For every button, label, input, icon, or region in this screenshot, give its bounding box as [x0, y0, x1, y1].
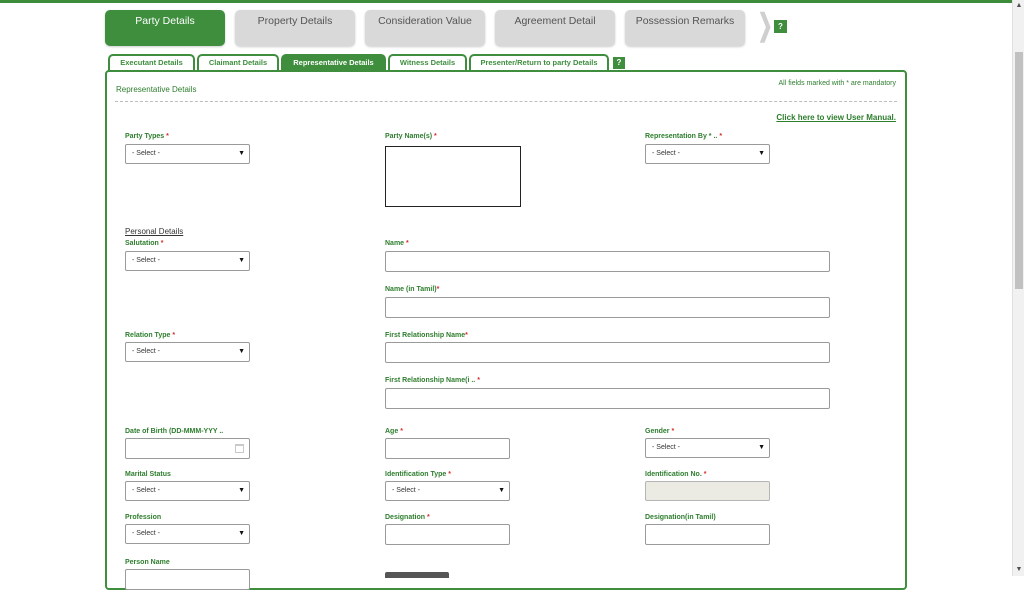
chevron-down-icon: ▼: [238, 530, 245, 537]
designation-input[interactable]: [385, 524, 510, 545]
party-names-label: Party Name(s) *: [385, 133, 437, 140]
tab-label: Party Details: [135, 15, 195, 27]
subtab-representative-details[interactable]: Representative Details: [281, 54, 386, 71]
name-tamil-input[interactable]: [385, 297, 830, 318]
tab-label: Agreement Detail: [514, 15, 596, 27]
identification-no-label: Identification No. *: [645, 471, 707, 478]
party-types-label: Party Types *: [125, 133, 169, 140]
party-names-list[interactable]: [385, 146, 521, 207]
user-manual-link[interactable]: Click here to view User Manual.: [776, 113, 896, 122]
gender-label: Gender *: [645, 428, 675, 435]
name-label: Name *: [385, 240, 409, 247]
representation-by-label: Representation By * .. *: [645, 133, 723, 140]
scroll-down-icon[interactable]: ▼: [1013, 564, 1024, 576]
tab-possession-remarks[interactable]: Possession Remarks: [625, 10, 745, 46]
scrollbar-thumb[interactable]: [1015, 52, 1023, 289]
next-tab-chevron-icon[interactable]: ❯: [758, 11, 773, 41]
person-name-input[interactable]: [125, 569, 250, 590]
chevron-down-icon: ▼: [498, 487, 505, 494]
date-of-birth-input[interactable]: [125, 438, 250, 459]
personal-details-heading: Personal Details: [125, 227, 184, 236]
salutation-select[interactable]: - Select - ▼: [125, 251, 250, 271]
profession-select[interactable]: - Select - ▼: [125, 524, 250, 544]
first-relationship-name-tamil-input[interactable]: [385, 388, 830, 409]
calendar-icon[interactable]: [235, 444, 244, 453]
marital-status-label: Marital Status: [125, 471, 171, 478]
subtab-help-icon[interactable]: ?: [613, 57, 625, 69]
identification-type-label: Identification Type *: [385, 471, 452, 478]
top-accent-line: [0, 0, 1012, 3]
mandatory-note: All fields marked with * are mandatory: [778, 80, 897, 87]
date-of-birth-label: Date of Birth (DD-MMM-YYY ..: [125, 428, 224, 435]
designation-label: Designation *: [385, 514, 430, 521]
relation-type-select[interactable]: - Select - ▼: [125, 342, 250, 362]
subtab-label: Witness Details: [399, 58, 456, 67]
subtab-label: Claimant Details: [208, 58, 268, 67]
section-title: Representative Details: [116, 85, 197, 94]
subtab-label: Presenter/Return to party Details: [480, 58, 598, 67]
chevron-down-icon: ▼: [758, 150, 765, 157]
tab-consideration-value[interactable]: Consideration Value: [365, 10, 485, 46]
tab-property-details[interactable]: Property Details: [235, 10, 355, 46]
subtab-label: Executant Details: [120, 58, 183, 67]
tab-label: Consideration Value: [378, 15, 472, 27]
first-relationship-name-tamil-label: First Relationship Name(i .. *: [385, 377, 480, 384]
subtab-presenter-details[interactable]: Presenter/Return to party Details: [469, 54, 609, 71]
chevron-down-icon: ▼: [238, 257, 245, 264]
salutation-label: Salutation *: [125, 240, 164, 247]
first-relationship-name-input[interactable]: [385, 342, 830, 363]
action-button[interactable]: [385, 572, 449, 578]
party-types-select[interactable]: - Select - ▼: [125, 144, 250, 164]
subtab-claimant-details[interactable]: Claimant Details: [197, 54, 279, 71]
section-divider: [115, 101, 897, 102]
gender-select[interactable]: - Select - ▼: [645, 438, 770, 458]
tab-label: Possession Remarks: [635, 15, 735, 27]
chevron-down-icon: ▼: [238, 150, 245, 157]
identification-type-select[interactable]: - Select - ▼: [385, 481, 510, 501]
designation-tamil-label: Designation(in Tamil): [645, 514, 716, 521]
tab-agreement-detail[interactable]: Agreement Detail: [495, 10, 615, 46]
marital-status-select[interactable]: - Select - ▼: [125, 481, 250, 501]
tab-party-details[interactable]: Party Details: [105, 10, 225, 46]
name-tamil-label: Name (in Tamil)*: [385, 286, 440, 293]
main-help-icon[interactable]: ?: [774, 20, 787, 33]
name-input[interactable]: [385, 251, 830, 272]
profession-label: Profession: [125, 514, 162, 521]
subtab-label: Representative Details: [293, 58, 374, 67]
subtab-executant-details[interactable]: Executant Details: [108, 54, 195, 71]
person-name-label: Person Name: [125, 559, 170, 566]
tab-label: Property Details: [257, 15, 333, 27]
chevron-down-icon: ▼: [238, 348, 245, 355]
scroll-up-icon[interactable]: ▲: [1013, 0, 1024, 12]
designation-tamil-input[interactable]: [645, 524, 770, 545]
subtab-witness-details[interactable]: Witness Details: [388, 54, 467, 71]
chevron-down-icon: ▼: [758, 444, 765, 451]
relation-type-label: Relation Type *: [125, 332, 176, 339]
vertical-scrollbar[interactable]: ▲ ▼: [1012, 0, 1024, 576]
identification-no-input: [645, 481, 770, 501]
first-relationship-name-label: First Relationship Name*: [385, 332, 468, 339]
age-label: Age *: [385, 428, 403, 435]
representation-by-select[interactable]: - Select - ▼: [645, 144, 770, 164]
age-input[interactable]: [385, 438, 510, 459]
chevron-down-icon: ▼: [238, 487, 245, 494]
